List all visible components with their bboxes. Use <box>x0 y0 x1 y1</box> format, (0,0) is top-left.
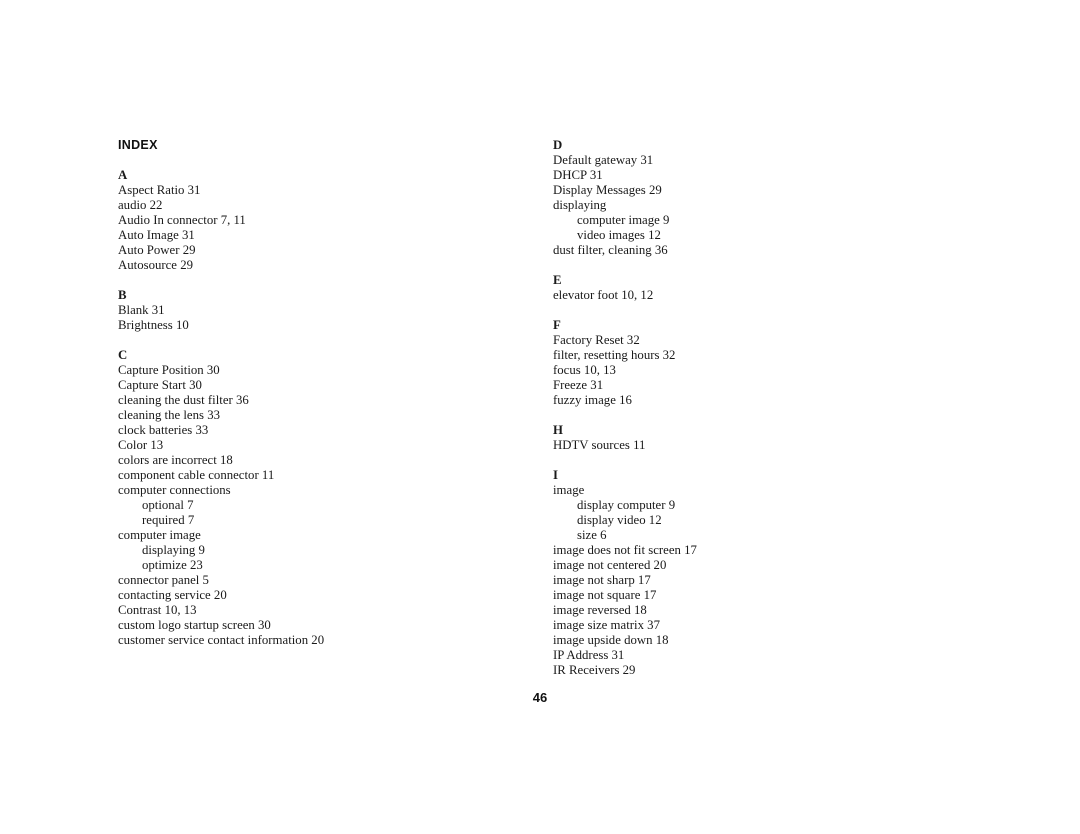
index-entry: custom logo startup screen 30 <box>118 618 271 632</box>
index-entry: Aspect Ratio 31 <box>118 183 201 197</box>
index-section-i: Iimage display computer 9 display video 12… <box>553 468 883 678</box>
index-entry: computer connections <box>118 483 231 497</box>
index-section-a: A Aspect Ratio 31 audio 22 Audio In connect… <box>118 168 448 273</box>
index-subentry: computer image 9 <box>577 213 670 227</box>
index-entry: IR Receivers 29 <box>553 663 636 677</box>
index-entry: Autosource 29 <box>118 258 193 272</box>
index-entry: Contrast 10, 13 <box>118 603 197 617</box>
section-letter: C <box>118 348 128 362</box>
index-entry: image size matrix 37 <box>553 618 660 632</box>
index-entry: image does not fit screen 17 <box>553 543 697 557</box>
index-entry: audio 22 <box>118 198 163 212</box>
index-entry: Auto Power 29 <box>118 243 196 257</box>
index-subentry: required 7 <box>142 513 195 527</box>
index-entry: contacting service 20 <box>118 588 227 602</box>
index-entry: cleaning the dust filter 36 <box>118 393 249 407</box>
index-entry: image upside down 18 <box>553 633 669 647</box>
index-entry: Auto Image 31 <box>118 228 195 242</box>
index-entry: connector panel 5 <box>118 573 209 587</box>
index-entry: Audio In connector 7, 11 <box>118 213 246 227</box>
index-subentry: optional 7 <box>142 498 194 512</box>
index-entry: customer service contact information 20 <box>118 633 325 647</box>
index-entry: Capture Position 30 <box>118 363 220 377</box>
index-subentry: display video 12 <box>577 513 662 527</box>
index-entry: Display Messages 29 <box>553 183 662 197</box>
index-column-right: D Default gateway 31 DHCP 31 Display Messag… <box>553 138 883 693</box>
index-section-b: B Blank 31 Brightness 10 <box>118 288 448 333</box>
index-column-left: A Aspect Ratio 31 audio 22 Audio In connect… <box>118 168 448 663</box>
index-entry: Default gateway 31 <box>553 153 654 167</box>
index-entry: Color 13 <box>118 438 164 452</box>
index-section-d: D Default gateway 31 DHCP 31 Display Messag… <box>553 138 883 258</box>
section-letter: B <box>118 288 127 302</box>
index-entry: Freeze 31 <box>553 378 604 392</box>
index-entry: cleaning the lens 33 <box>118 408 220 422</box>
index-subentry: optimize 23 <box>142 558 203 572</box>
index-section-h: H HDTV sources 11 <box>553 423 883 453</box>
section-letter: E <box>553 273 562 287</box>
index-entry: displaying <box>553 198 607 212</box>
section-letter: D <box>553 138 563 152</box>
section-letter: I <box>553 468 558 482</box>
index-entry: HDTV sources 11 <box>553 438 646 452</box>
index-entry: Factory Reset 32 <box>553 333 640 347</box>
index-entry: colors are incorrect 18 <box>118 453 233 467</box>
index-section-c: C Capture Position 30 Capture Start 30 clea… <box>118 348 448 648</box>
index-section-f: F Factory Reset 32 filter, resetting hours… <box>553 318 883 408</box>
index-entry: DHCP 31 <box>553 168 603 182</box>
index-entry: image not centered 20 <box>553 558 667 572</box>
index-subentry: video images 12 <box>577 228 661 242</box>
index-entry: image not sharp 17 <box>553 573 651 587</box>
index-subentry: display computer 9 <box>577 498 676 512</box>
index-entry: IP Address 31 <box>553 648 625 662</box>
index-entry: fuzzy image 16 <box>553 393 632 407</box>
index-entry: Capture Start 30 <box>118 378 202 392</box>
index-subentry: displaying 9 <box>142 543 205 557</box>
index-entry: clock batteries 33 <box>118 423 209 437</box>
index-entry: Brightness 10 <box>118 318 189 332</box>
index-entry: elevator foot 10, 12 <box>553 288 654 302</box>
section-letter: A <box>118 168 128 182</box>
section-letter: F <box>553 318 561 332</box>
index-entry: image <box>553 483 585 497</box>
index-entry: dust filter, cleaning 36 <box>553 243 668 257</box>
index-section-e: Eelevator foot 10, 12 <box>553 273 883 303</box>
index-entry: Blank 31 <box>118 303 165 317</box>
page-number: 46 <box>532 690 548 705</box>
index-entry: image not square 17 <box>553 588 657 602</box>
index-entry: computer image <box>118 528 201 542</box>
index-entry: component cable connector 11 <box>118 468 275 482</box>
index-entry: filter, resetting hours 32 <box>553 348 676 362</box>
page-title: INDEX <box>118 138 158 152</box>
section-letter: H <box>553 423 563 437</box>
index-entry: focus 10, 13 <box>553 363 616 377</box>
index-subentry: size 6 <box>577 528 607 542</box>
index-entry: image reversed 18 <box>553 603 647 617</box>
